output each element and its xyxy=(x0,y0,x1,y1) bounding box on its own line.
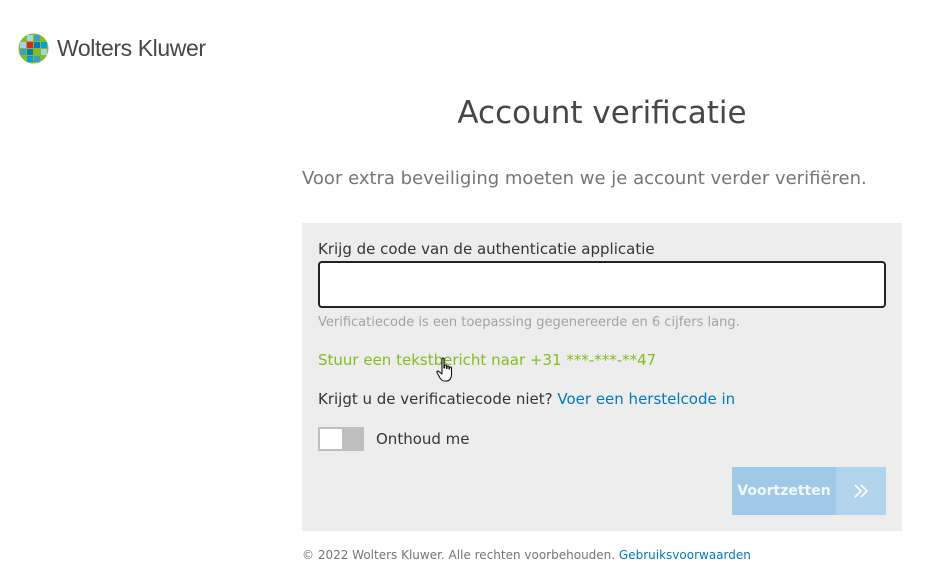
copyright-text: © 2022 Wolters Kluwer. Alle rechten voor… xyxy=(302,548,616,562)
hand-pointer-cursor-icon xyxy=(436,357,453,382)
recovery-code-link[interactable]: Voer een herstelcode in xyxy=(557,390,735,408)
send-sms-link[interactable]: Stuur een tekstbericht naar +31 ***-***-… xyxy=(318,351,656,369)
wolters-kluwer-logo-icon xyxy=(18,33,49,64)
code-label: Krijg de code van de authenticatie appli… xyxy=(318,240,655,258)
remember-me-label: Onthoud me xyxy=(376,430,470,448)
no-code-row: Krijgt u de verificatiecode niet? Voer e… xyxy=(318,390,735,408)
code-hint: Verificatiecode is een toepassing gegene… xyxy=(318,315,740,330)
no-code-text: Krijgt u de verificatiecode niet? xyxy=(318,390,553,408)
verification-panel: Krijg de code van de authenticatie appli… xyxy=(302,223,902,531)
verification-code-input[interactable] xyxy=(318,261,886,308)
brand-name: Wolters Kluwer xyxy=(57,35,206,61)
continue-button[interactable]: Voortzetten xyxy=(732,467,886,515)
intro-text: Voor extra beveiliging moeten we je acco… xyxy=(302,168,867,189)
brand-logo[interactable]: Wolters Kluwer xyxy=(18,33,206,64)
continue-button-label: Voortzetten xyxy=(732,467,836,515)
toggle-knob xyxy=(320,429,342,449)
double-chevron-right-icon xyxy=(836,467,886,515)
footer: © 2022 Wolters Kluwer. Alle rechten voor… xyxy=(302,548,751,562)
terms-of-use-link[interactable]: Gebruiksvoorwaarden xyxy=(619,548,751,562)
remember-me-row: Onthoud me xyxy=(318,427,470,451)
page-title: Account verificatie xyxy=(457,95,747,131)
remember-me-toggle[interactable] xyxy=(318,427,364,451)
